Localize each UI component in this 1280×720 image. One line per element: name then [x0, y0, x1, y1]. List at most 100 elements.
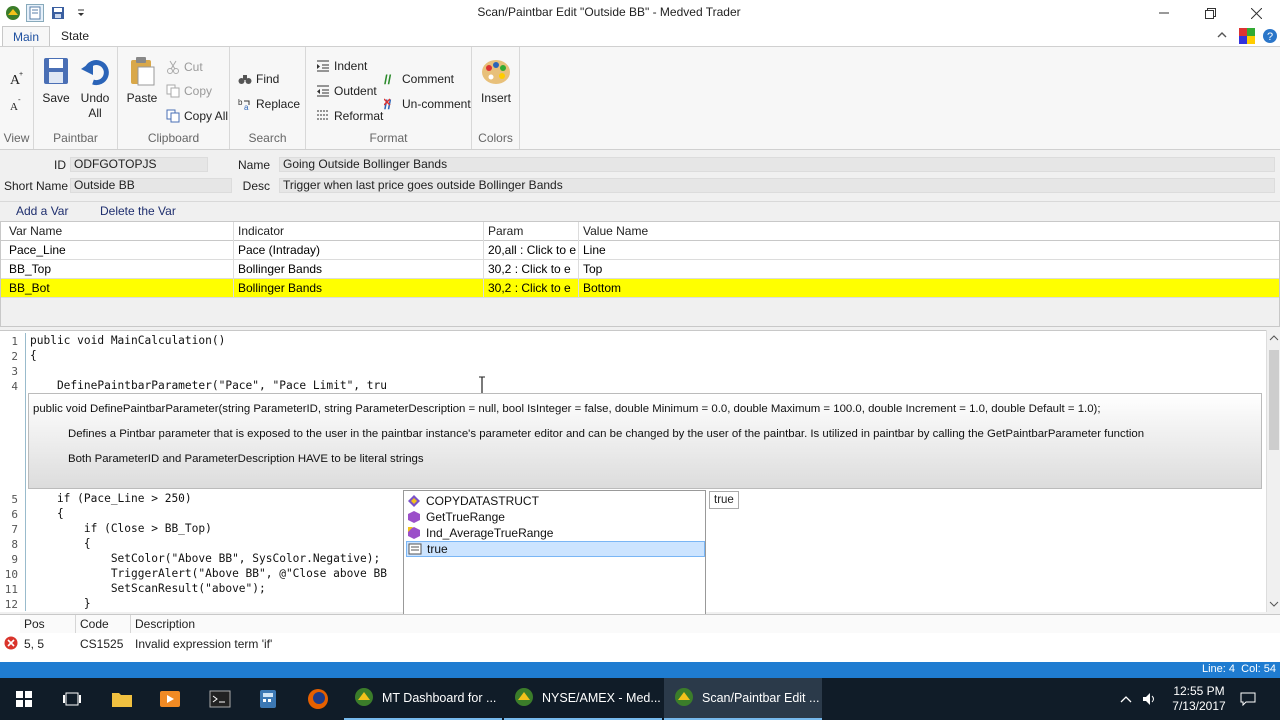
comment-button[interactable]: // Comment	[384, 72, 454, 87]
color-grid-icon[interactable]	[1239, 28, 1255, 47]
tab-state[interactable]: State	[51, 26, 99, 46]
editor-scrollbar[interactable]	[1266, 330, 1280, 612]
uncomment-label: Un-comment	[402, 97, 471, 111]
error-description[interactable]: Invalid expression term 'if'	[135, 635, 272, 653]
copy-all-icon	[166, 109, 180, 123]
close-button[interactable]	[1233, 0, 1279, 26]
list-item[interactable]: Ind_AverageTrueRange	[406, 525, 705, 541]
list-item[interactable]: GetTrueRange	[406, 509, 705, 525]
code-line[interactable]: public void MainCalculation()	[30, 334, 225, 347]
table-row[interactable]: Pace_Line Pace (Intraday) 20,all : Click…	[1, 241, 1279, 260]
code-line[interactable]: {	[30, 537, 91, 550]
taskbar-app-dashboard[interactable]: MT Dashboard for ...	[344, 678, 502, 720]
copy-button[interactable]: Copy	[166, 84, 212, 98]
volume-icon[interactable]	[1138, 678, 1162, 720]
indent-icon	[316, 59, 330, 73]
delete-var-button[interactable]: Delete the Var	[94, 203, 182, 220]
code-line[interactable]: {	[30, 507, 64, 520]
code-line[interactable]: SetColor("Above BB", SysColor.Negative);	[30, 552, 380, 565]
undo-all-button[interactable]: Undo All	[76, 55, 114, 121]
scroll-down-icon[interactable]	[1269, 598, 1279, 612]
error-pos[interactable]: 5, 5	[24, 635, 44, 653]
cell-indicator: Pace (Intraday)	[234, 241, 484, 260]
reformat-label: Reformat	[334, 109, 384, 123]
code-line[interactable]: SetScanResult("above");	[30, 582, 266, 595]
terminal-icon[interactable]	[196, 678, 244, 720]
reformat-button[interactable]: Reformat	[316, 109, 383, 123]
task-view-icon[interactable]	[48, 678, 96, 720]
show-hidden-icons-icon[interactable]	[1114, 678, 1138, 720]
help-icon[interactable]: ?	[1262, 28, 1278, 47]
calculator-icon[interactable]	[244, 678, 292, 720]
ribbon-group-label: Search	[248, 131, 287, 145]
code-line[interactable]: {	[30, 349, 37, 362]
save-button[interactable]: Save	[38, 55, 74, 105]
svg-text:?: ?	[1267, 31, 1273, 43]
cut-button[interactable]: Cut	[166, 60, 203, 74]
decrease-font-icon[interactable]: A-	[8, 95, 26, 113]
short-name-field[interactable]: Outside BB	[70, 178, 232, 193]
outdent-button[interactable]: Outdent	[316, 84, 377, 98]
ribbon-group-paintbar: Save Undo All Paintbar	[34, 47, 118, 149]
add-var-button[interactable]: Add a Var	[10, 203, 74, 220]
firefox-icon[interactable]	[294, 678, 342, 720]
restore-button[interactable]	[1187, 0, 1233, 26]
find-button[interactable]: Find	[238, 72, 279, 86]
code-line[interactable]: if (Close > BB_Top)	[30, 522, 212, 535]
taskbar-app-scan-edit[interactable]: Scan/Paintbar Edit ...	[664, 678, 822, 720]
replace-button[interactable]: ba Replace	[238, 97, 300, 112]
line-number: 3	[11, 365, 18, 378]
header-var-name[interactable]: Var Name	[5, 222, 234, 241]
paste-button[interactable]: Paste	[122, 55, 162, 105]
desc-field[interactable]: Trigger when last price goes outside Bol…	[279, 178, 1275, 193]
cell-param[interactable]: 20,all : Click to e	[484, 241, 579, 260]
indent-button[interactable]: Indent	[316, 59, 367, 73]
item-label: COPYDATASTRUCT	[426, 494, 539, 508]
table-row-selected[interactable]: BB_Bot Bollinger Bands 30,2 : Click to e…	[1, 279, 1279, 298]
reformat-icon	[316, 109, 330, 123]
scissors-icon	[166, 60, 180, 74]
code-line[interactable]: }	[30, 597, 91, 610]
ribbon-group-label: Clipboard	[147, 131, 200, 145]
scroll-thumb[interactable]	[1269, 350, 1279, 450]
name-field[interactable]: Going Outside Bollinger Bands	[279, 157, 1275, 172]
notifications-icon[interactable]	[1236, 678, 1260, 720]
cell-param[interactable]: 30,2 : Click to e	[484, 279, 579, 298]
clock[interactable]: 12:55 PM 7/13/2017	[1164, 678, 1234, 720]
id-field[interactable]: ODFGOTOPJS	[70, 157, 208, 172]
header-pos[interactable]: Pos	[20, 615, 76, 633]
error-code[interactable]: CS1525	[80, 635, 123, 653]
uncomment-button[interactable]: // Un-comment	[383, 97, 471, 112]
cursor-position: Line: 4 Col: 54	[1202, 663, 1276, 675]
cell-param[interactable]: 30,2 : Click to e	[484, 260, 579, 279]
code-line[interactable]: if (Pace_Line > 250)	[30, 492, 192, 505]
uncomment-icon: //	[383, 97, 398, 112]
struct-icon	[406, 494, 422, 508]
header-code[interactable]: Code	[76, 615, 131, 633]
file-explorer-icon[interactable]	[98, 678, 146, 720]
media-player-icon[interactable]	[146, 678, 194, 720]
windows-start-icon[interactable]	[0, 678, 48, 720]
increase-font-icon[interactable]: A +	[8, 69, 26, 87]
tab-main[interactable]: Main	[2, 26, 51, 46]
header-indicator[interactable]: Indicator	[234, 222, 484, 241]
scroll-up-icon[interactable]	[1269, 332, 1279, 346]
copy-all-button[interactable]: Copy All	[166, 109, 228, 123]
header-param[interactable]: Param	[484, 222, 579, 241]
list-item[interactable]: COPYDATASTRUCT	[406, 493, 705, 509]
cell-value-name: Line	[583, 243, 606, 257]
line-number: 2	[11, 350, 18, 363]
ribbon-group-label: View	[3, 131, 30, 145]
line-number: 9	[11, 553, 18, 566]
header-description[interactable]: Description	[131, 615, 1280, 633]
collapse-ribbon-icon[interactable]	[1216, 29, 1228, 44]
header-value-name[interactable]: Value Name	[579, 222, 1279, 241]
taskbar-app-nyse[interactable]: NYSE/AMEX - Med...	[504, 678, 662, 720]
code-line[interactable]: TriggerAlert("Above BB", @"Close above B…	[30, 567, 387, 580]
ribbon-tabs: Main State ?	[0, 26, 1280, 46]
code-line[interactable]: DefinePaintbarParameter("Pace", "Pace Li…	[30, 379, 387, 392]
list-item-selected[interactable]: true	[406, 541, 705, 557]
insert-color-button[interactable]: Insert	[478, 55, 514, 105]
table-row[interactable]: BB_Top Bollinger Bands 30,2 : Click to e…	[1, 260, 1279, 279]
minimize-button[interactable]	[1141, 0, 1187, 26]
